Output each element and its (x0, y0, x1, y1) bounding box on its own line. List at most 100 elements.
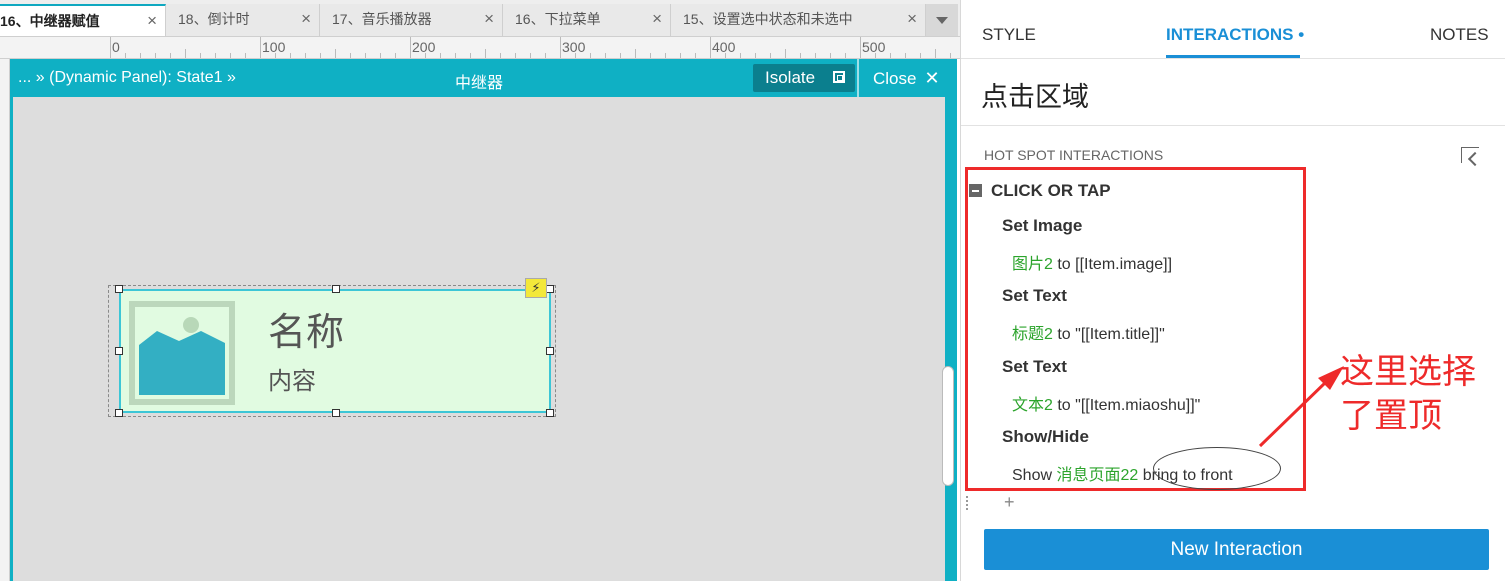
annotation-line: 了置顶 (1340, 396, 1442, 436)
tab-close-icon[interactable]: × (907, 4, 917, 34)
ruler-tick (665, 53, 666, 58)
resize-handle[interactable] (115, 285, 123, 293)
tab-label: 15、设置选中状态和未选中 (683, 11, 853, 27)
annotation-text: 这里选择 了置顶 (1340, 350, 1476, 438)
ruler-tick (425, 53, 426, 58)
ruler-tick (125, 53, 126, 58)
resize-handle[interactable] (115, 409, 123, 417)
tab-label: 16、下拉菜单 (515, 11, 601, 27)
canvas-scrollbar[interactable] (942, 366, 954, 486)
tab-label: 16、中继器赋值 (0, 13, 100, 29)
ruler-label: 100 (262, 39, 286, 55)
tab-dropdown-menu[interactable]: 16、下拉菜单 × (503, 4, 671, 36)
image-placeholder-icon[interactable] (129, 301, 235, 405)
ruler-tick (500, 53, 501, 58)
ruler-tick (590, 53, 591, 58)
ruler-tick (575, 53, 576, 58)
ruler-tick (680, 53, 681, 58)
name-divider (961, 125, 1505, 126)
ruler-tick (710, 37, 711, 58)
ruler-tick (380, 53, 381, 58)
ruler-tick (905, 53, 906, 58)
widget-name-field[interactable]: 点击区域 (981, 75, 1089, 114)
ruler-tick (635, 49, 636, 58)
tab-style[interactable]: STYLE (982, 25, 1036, 45)
tab-selected-state[interactable]: 15、设置选中状态和未选中 × (671, 4, 926, 36)
ruler-tick (530, 53, 531, 58)
ruler-tick (815, 53, 816, 58)
ruler-tick (110, 37, 111, 58)
ruler-tick (890, 53, 891, 58)
close-panel-button[interactable]: Close ✕ (873, 68, 940, 89)
ruler-tick (830, 53, 831, 58)
ruler-tick (155, 53, 156, 58)
ruler-tick (230, 53, 231, 58)
tab-interactions[interactable]: INTERACTIONS • (1166, 25, 1304, 45)
ruler-tick (440, 53, 441, 58)
resize-handle[interactable] (546, 347, 554, 355)
annotation-ellipse (1153, 447, 1281, 490)
ruler-tick (725, 53, 726, 58)
close-label: Close (873, 69, 917, 88)
ruler-tick (470, 53, 471, 58)
ruler-tick (770, 53, 771, 58)
ruler-tick (935, 49, 936, 58)
section-title: HOT SPOT INTERACTIONS (984, 147, 1164, 163)
tab-countdown[interactable]: 18、倒计时 × (166, 4, 320, 36)
breadcrumb[interactable]: ... » (Dynamic Panel): State1 » (18, 69, 236, 87)
panel-title: 中继器 (455, 75, 504, 92)
design-canvas[interactable]: ... » (Dynamic Panel): State1 » 中继器 Isol… (10, 59, 957, 581)
hot-spot-area[interactable]: 名称 内容 (119, 289, 551, 413)
tab-close-icon[interactable]: × (484, 4, 494, 34)
item-description[interactable]: 内容 (268, 361, 316, 396)
resize-handle[interactable] (546, 409, 554, 417)
select-widget-icon[interactable] (1461, 147, 1479, 163)
ruler-tick (845, 53, 846, 58)
tab-close-icon[interactable]: × (301, 4, 311, 34)
panel-canvas-area[interactable]: 名称 内容 ⚡ (13, 97, 945, 581)
ruler-tick (545, 53, 546, 58)
document-tab-bar: 16、中继器赋值 × 18、倒计时 × 17、音乐播放器 × 16、下拉菜单 ×… (0, 0, 960, 37)
lightning-icon[interactable]: ⚡ (525, 278, 547, 298)
ruler-tick (860, 37, 861, 58)
annotation-line: 这里选择 (1340, 352, 1476, 392)
new-interaction-button[interactable]: New Interaction (984, 529, 1489, 570)
ruler-label: 400 (712, 39, 736, 55)
image-placeholder-graphic (135, 307, 229, 399)
ruler-tick (305, 53, 306, 58)
ruler-tick (875, 53, 876, 58)
tab-music-player[interactable]: 17、音乐播放器 × (320, 4, 503, 36)
item-title[interactable]: 名称 (268, 301, 344, 356)
tab-label: 18、倒计时 (178, 11, 250, 27)
resize-handle[interactable] (546, 285, 554, 293)
resize-handle[interactable] (115, 347, 123, 355)
ruler-tick (740, 53, 741, 58)
tab-relay-assignment[interactable]: 16、中继器赋值 × (0, 4, 166, 36)
resize-handle[interactable] (332, 285, 340, 293)
isolate-button[interactable]: Isolate (753, 64, 855, 92)
tab-label: 17、音乐播放器 (332, 11, 432, 27)
drag-handle-icon[interactable] (966, 496, 970, 510)
ruler-tick (620, 53, 621, 58)
ruler-tick (560, 37, 561, 58)
add-action-plus-icon[interactable]: + (1004, 492, 1015, 513)
ruler-tick (485, 49, 486, 58)
ruler-tick (215, 53, 216, 58)
ruler-tick (200, 53, 201, 58)
tab-notes[interactable]: NOTES (1430, 25, 1489, 45)
annotation-highlight-box (965, 167, 1306, 491)
tab-close-icon[interactable]: × (147, 6, 157, 36)
ruler-tick (920, 53, 921, 58)
tab-overflow-dropdown[interactable] (926, 4, 958, 36)
horizontal-ruler: 0 100 200 300 400 500 (0, 37, 960, 59)
ruler-tick (170, 53, 171, 58)
ruler-tick (755, 53, 756, 58)
resize-handle[interactable] (332, 409, 340, 417)
tab-close-icon[interactable]: × (652, 4, 662, 34)
panel-header: ... » (Dynamic Panel): State1 » 中继器 Isol… (10, 59, 957, 97)
ruler-tick (455, 53, 456, 58)
ruler-label: 200 (412, 39, 436, 55)
repeater-item-widget[interactable]: 名称 内容 ⚡ (108, 278, 556, 417)
ruler-tick (260, 37, 261, 58)
ruler-tick (695, 53, 696, 58)
